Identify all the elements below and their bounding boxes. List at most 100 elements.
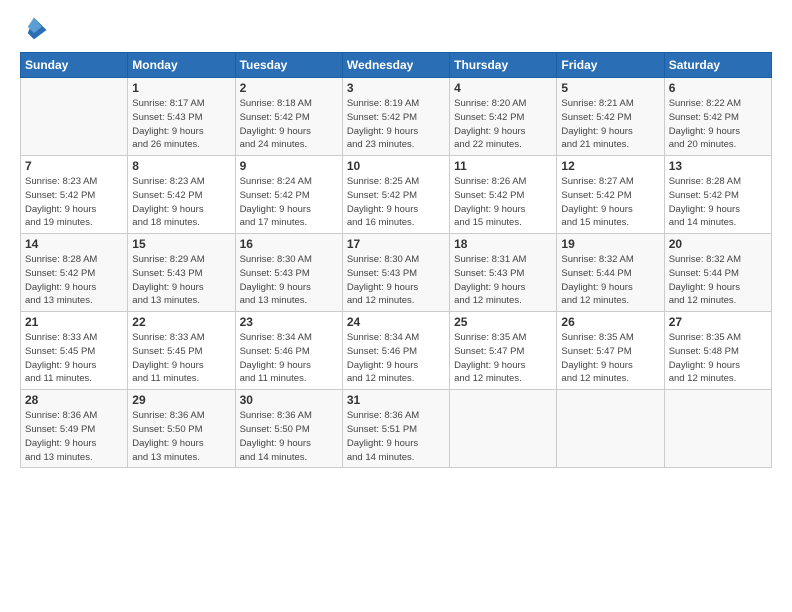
day-number: 11: [454, 159, 552, 173]
day-info: Sunrise: 8:34 AM Sunset: 5:46 PM Dayligh…: [347, 331, 445, 386]
day-info: Sunrise: 8:18 AM Sunset: 5:42 PM Dayligh…: [240, 97, 338, 152]
calendar-cell: 17 Sunrise: 8:30 AM Sunset: 5:43 PM Dayli…: [342, 234, 449, 312]
day-info: Sunrise: 8:19 AM Sunset: 5:42 PM Dayligh…: [347, 97, 445, 152]
calendar-cell: [450, 390, 557, 468]
day-number: 12: [561, 159, 659, 173]
calendar-cell: 3Sunrise: 8:19 AM Sunset: 5:42 PM Daylig…: [342, 78, 449, 156]
day-number: 21: [25, 315, 123, 329]
calendar-cell: [664, 390, 771, 468]
calendar-cell: 10 Sunrise: 8:25 AM Sunset: 5:42 PM Dayli…: [342, 156, 449, 234]
day-number: 27: [669, 315, 767, 329]
day-number: 22: [132, 315, 230, 329]
day-info: Sunrise: 8:36 AM Sunset: 5:49 PM Dayligh…: [25, 409, 123, 464]
calendar-cell: 26Sunrise: 8:35 AM Sunset: 5:47 PM Dayli…: [557, 312, 664, 390]
day-number: 9: [240, 159, 338, 173]
day-info: Sunrise: 8:28 AM Sunset: 5:42 PM Dayligh…: [25, 253, 123, 308]
calendar-cell: 13 Sunrise: 8:28 AM Sunset: 5:42 PM Dayli…: [664, 156, 771, 234]
day-number: 10: [347, 159, 445, 173]
weekday-header-tuesday: Tuesday: [235, 53, 342, 78]
day-info: Sunrise: 8:36 AM Sunset: 5:50 PM Dayligh…: [132, 409, 230, 464]
calendar-cell: 21 Sunrise: 8:33 AM Sunset: 5:45 PM Dayli…: [21, 312, 128, 390]
day-info: Sunrise: 8:24 AM Sunset: 5:42 PM Dayligh…: [240, 175, 338, 230]
day-number: 25: [454, 315, 552, 329]
day-number: 1: [132, 81, 230, 95]
day-number: 26: [561, 315, 659, 329]
day-info: Sunrise: 8:27 AM Sunset: 5:42 PM Dayligh…: [561, 175, 659, 230]
calendar-cell: 20Sunrise: 8:32 AM Sunset: 5:44 PM Dayli…: [664, 234, 771, 312]
calendar-cell: 29 Sunrise: 8:36 AM Sunset: 5:50 PM Dayli…: [128, 390, 235, 468]
day-info: Sunrise: 8:30 AM Sunset: 5:43 PM Dayligh…: [240, 253, 338, 308]
weekday-header-row: SundayMondayTuesdayWednesdayThursdayFrid…: [21, 53, 772, 78]
day-number: 30: [240, 393, 338, 407]
logo: [20, 16, 52, 44]
day-info: Sunrise: 8:33 AM Sunset: 5:45 PM Dayligh…: [132, 331, 230, 386]
weekday-header-friday: Friday: [557, 53, 664, 78]
day-info: Sunrise: 8:36 AM Sunset: 5:50 PM Dayligh…: [240, 409, 338, 464]
day-info: Sunrise: 8:29 AM Sunset: 5:43 PM Dayligh…: [132, 253, 230, 308]
calendar-cell: [557, 390, 664, 468]
calendar-cell: 11 Sunrise: 8:26 AM Sunset: 5:42 PM Dayli…: [450, 156, 557, 234]
calendar-cell: 16Sunrise: 8:30 AM Sunset: 5:43 PM Dayli…: [235, 234, 342, 312]
calendar-cell: 24Sunrise: 8:34 AM Sunset: 5:46 PM Dayli…: [342, 312, 449, 390]
day-info: Sunrise: 8:22 AM Sunset: 5:42 PM Dayligh…: [669, 97, 767, 152]
day-number: 5: [561, 81, 659, 95]
calendar-cell: 8 Sunrise: 8:23 AM Sunset: 5:42 PM Daylig…: [128, 156, 235, 234]
day-info: Sunrise: 8:23 AM Sunset: 5:42 PM Dayligh…: [132, 175, 230, 230]
day-info: Sunrise: 8:31 AM Sunset: 5:43 PM Dayligh…: [454, 253, 552, 308]
weekday-header-sunday: Sunday: [21, 53, 128, 78]
calendar-cell: 1 Sunrise: 8:17 AM Sunset: 5:43 PM Daylig…: [128, 78, 235, 156]
calendar-cell: 27 Sunrise: 8:35 AM Sunset: 5:48 PM Dayli…: [664, 312, 771, 390]
day-info: Sunrise: 8:26 AM Sunset: 5:42 PM Dayligh…: [454, 175, 552, 230]
day-number: 29: [132, 393, 230, 407]
logo-icon: [20, 16, 48, 44]
day-number: 20: [669, 237, 767, 251]
day-number: 18: [454, 237, 552, 251]
day-info: Sunrise: 8:34 AM Sunset: 5:46 PM Dayligh…: [240, 331, 338, 386]
page: SundayMondayTuesdayWednesdayThursdayFrid…: [0, 0, 792, 612]
calendar-cell: 15 Sunrise: 8:29 AM Sunset: 5:43 PM Dayli…: [128, 234, 235, 312]
calendar-table: SundayMondayTuesdayWednesdayThursdayFrid…: [20, 52, 772, 468]
day-number: 31: [347, 393, 445, 407]
day-info: Sunrise: 8:17 AM Sunset: 5:43 PM Dayligh…: [132, 97, 230, 152]
day-number: 4: [454, 81, 552, 95]
calendar-cell: 2 Sunrise: 8:18 AM Sunset: 5:42 PM Daylig…: [235, 78, 342, 156]
day-number: 15: [132, 237, 230, 251]
day-number: 13: [669, 159, 767, 173]
calendar-cell: 4 Sunrise: 8:20 AM Sunset: 5:42 PM Daylig…: [450, 78, 557, 156]
day-number: 7: [25, 159, 123, 173]
day-number: 8: [132, 159, 230, 173]
day-info: Sunrise: 8:30 AM Sunset: 5:43 PM Dayligh…: [347, 253, 445, 308]
calendar-cell: 22 Sunrise: 8:33 AM Sunset: 5:45 PM Dayli…: [128, 312, 235, 390]
day-number: 2: [240, 81, 338, 95]
day-info: Sunrise: 8:25 AM Sunset: 5:42 PM Dayligh…: [347, 175, 445, 230]
day-info: Sunrise: 8:28 AM Sunset: 5:42 PM Dayligh…: [669, 175, 767, 230]
calendar-cell: 14 Sunrise: 8:28 AM Sunset: 5:42 PM Dayli…: [21, 234, 128, 312]
calendar-cell: [21, 78, 128, 156]
day-number: 28: [25, 393, 123, 407]
day-info: Sunrise: 8:21 AM Sunset: 5:42 PM Dayligh…: [561, 97, 659, 152]
day-info: Sunrise: 8:33 AM Sunset: 5:45 PM Dayligh…: [25, 331, 123, 386]
header: [20, 16, 772, 44]
day-number: 14: [25, 237, 123, 251]
calendar-week-row: 28 Sunrise: 8:36 AM Sunset: 5:49 PM Dayli…: [21, 390, 772, 468]
calendar-cell: 6 Sunrise: 8:22 AM Sunset: 5:42 PM Daylig…: [664, 78, 771, 156]
calendar-cell: 7 Sunrise: 8:23 AM Sunset: 5:42 PM Daylig…: [21, 156, 128, 234]
day-number: 19: [561, 237, 659, 251]
day-info: Sunrise: 8:36 AM Sunset: 5:51 PM Dayligh…: [347, 409, 445, 464]
day-info: Sunrise: 8:35 AM Sunset: 5:48 PM Dayligh…: [669, 331, 767, 386]
calendar-header: SundayMondayTuesdayWednesdayThursdayFrid…: [21, 53, 772, 78]
day-number: 6: [669, 81, 767, 95]
calendar-week-row: 7 Sunrise: 8:23 AM Sunset: 5:42 PM Daylig…: [21, 156, 772, 234]
day-info: Sunrise: 8:20 AM Sunset: 5:42 PM Dayligh…: [454, 97, 552, 152]
weekday-header-saturday: Saturday: [664, 53, 771, 78]
calendar-cell: 19Sunrise: 8:32 AM Sunset: 5:44 PM Dayli…: [557, 234, 664, 312]
calendar-cell: 23Sunrise: 8:34 AM Sunset: 5:46 PM Dayli…: [235, 312, 342, 390]
calendar-cell: 9 Sunrise: 8:24 AM Sunset: 5:42 PM Daylig…: [235, 156, 342, 234]
calendar-cell: 5 Sunrise: 8:21 AM Sunset: 5:42 PM Daylig…: [557, 78, 664, 156]
calendar-body: 1 Sunrise: 8:17 AM Sunset: 5:43 PM Daylig…: [21, 78, 772, 468]
calendar-cell: 25 Sunrise: 8:35 AM Sunset: 5:47 PM Dayli…: [450, 312, 557, 390]
day-info: Sunrise: 8:35 AM Sunset: 5:47 PM Dayligh…: [454, 331, 552, 386]
day-info: Sunrise: 8:23 AM Sunset: 5:42 PM Dayligh…: [25, 175, 123, 230]
calendar-cell: 28 Sunrise: 8:36 AM Sunset: 5:49 PM Dayli…: [21, 390, 128, 468]
day-number: 17: [347, 237, 445, 251]
